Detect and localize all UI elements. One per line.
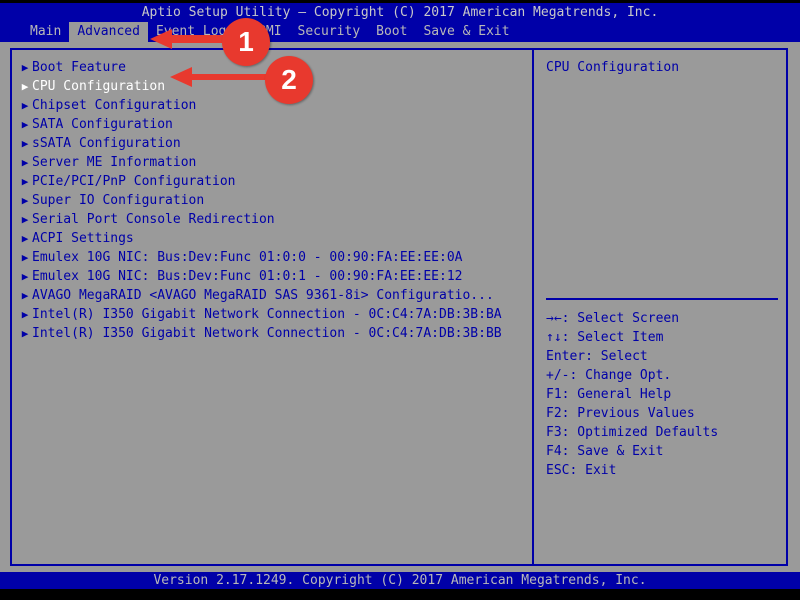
annotation-arrow-1 xyxy=(150,29,226,49)
submenu-arrow-icon: ▶ xyxy=(21,270,29,283)
setup-item-label: PCIe/PCI/PnP Configuration xyxy=(32,174,236,189)
setup-item[interactable]: ▶ sSATA Configuration xyxy=(18,134,528,153)
key-legend-row: F2: Previous Values xyxy=(546,406,695,421)
submenu-arrow-icon: ▶ xyxy=(21,175,29,188)
key-legend-row: +/-: Change Opt. xyxy=(546,368,672,383)
submenu-arrow-icon: ▶ xyxy=(21,156,29,169)
submenu-arrow-icon: ▶ xyxy=(21,308,29,321)
key-legend-row: F1: General Help xyxy=(546,387,672,402)
annotation-badge-1: 1 xyxy=(222,18,270,66)
setup-item-label: Chipset Configuration xyxy=(32,98,197,113)
help-panel: CPU Configuration →←: Select Screen ↑↓: S… xyxy=(540,50,786,564)
setup-item[interactable]: ▶ Intel(R) I350 Gigabit Network Connectio… xyxy=(18,305,528,324)
setup-item-label: SATA Configuration xyxy=(32,117,173,132)
setup-item[interactable]: ▶ Emulex 10G NIC: Bus:Dev:Func 01:0:0 - 0… xyxy=(18,248,528,267)
submenu-arrow-icon: ▶ xyxy=(21,251,29,264)
key-legend-row: ↑↓: Select Item xyxy=(546,330,664,345)
version-bar: Version 2.17.1249. Copyright (C) 2017 Am… xyxy=(0,572,800,589)
tab-security[interactable]: Security xyxy=(290,22,369,42)
setup-item-label: sSATA Configuration xyxy=(32,136,181,151)
submenu-arrow-icon: ▶ xyxy=(21,213,29,226)
setup-item-label: Boot Feature xyxy=(32,60,126,75)
submenu-arrow-icon: ▶ xyxy=(21,137,29,150)
key-legend-row: ESC: Exit xyxy=(546,463,617,478)
submenu-arrow-icon: ▶ xyxy=(21,232,29,245)
setup-item-list: ▶ Boot Feature ▶ CPU Configuration ▶ Chipset … xyxy=(18,58,528,343)
tab-save-exit[interactable]: Save & Exit xyxy=(415,22,517,42)
help-description: CPU Configuration xyxy=(546,60,680,75)
letterbox-bottom xyxy=(0,589,800,600)
submenu-arrow-icon: ▶ xyxy=(21,80,29,93)
key-legend-row: F4: Save & Exit xyxy=(546,444,664,459)
menu-bar: MainAdvancedEvent LogsIPMISecurityBootSa… xyxy=(0,22,800,42)
key-legend-list: →←: Select Screen ↑↓: Select Item Enter: S… xyxy=(546,309,782,480)
tab-main[interactable]: Main xyxy=(22,22,69,42)
submenu-arrow-icon: ▶ xyxy=(21,289,29,302)
tab-advanced[interactable]: Advanced xyxy=(69,22,148,42)
submenu-arrow-icon: ▶ xyxy=(21,118,29,131)
setup-item[interactable]: ▶ AVAGO MegaRAID <AVAGO MegaRAID SAS 9361… xyxy=(18,286,528,305)
setup-item[interactable]: ▶ ACPI Settings xyxy=(18,229,528,248)
panel-divider xyxy=(532,50,534,564)
setup-item[interactable]: ▶ Chipset Configuration xyxy=(18,96,528,115)
key-legend-row: →←: Select Screen xyxy=(546,311,680,326)
setup-item-label: Intel(R) I350 Gigabit Network Connection… xyxy=(32,307,502,322)
setup-item[interactable]: ▶ Intel(R) I350 Gigabit Network Connectio… xyxy=(18,324,528,343)
setup-item-label: Super IO Configuration xyxy=(32,193,205,208)
submenu-arrow-icon: ▶ xyxy=(21,99,29,112)
content-frame: ▶ Boot Feature ▶ CPU Configuration ▶ Chipset … xyxy=(10,48,788,566)
setup-item[interactable]: ▶ Emulex 10G NIC: Bus:Dev:Func 01:0:1 - 0… xyxy=(18,267,528,286)
bios-setup-screen: Aptio Setup Utility – Copyright (C) 2017… xyxy=(0,0,800,600)
setup-item[interactable]: ▶ Serial Port Console Redirection xyxy=(18,210,528,229)
setup-item[interactable]: ▶ Server ME Information xyxy=(18,153,528,172)
setup-item-label: AVAGO MegaRAID <AVAGO MegaRAID SAS 9361-… xyxy=(32,288,494,303)
help-separator xyxy=(546,298,778,300)
key-legend-row: Enter: Select xyxy=(546,349,648,364)
setup-item-label: Server ME Information xyxy=(32,155,197,170)
setup-item-label: CPU Configuration xyxy=(32,79,166,94)
setup-item-label: Emulex 10G NIC: Bus:Dev:Func 01:0:0 - 00… xyxy=(32,250,463,265)
tab-boot[interactable]: Boot xyxy=(368,22,415,42)
setup-item[interactable]: ▶ PCIe/PCI/PnP Configuration xyxy=(18,172,528,191)
annotation-badge-2: 2 xyxy=(265,56,313,104)
annotation-arrow-2 xyxy=(170,67,271,87)
window-title: Aptio Setup Utility – Copyright (C) 2017… xyxy=(0,3,800,22)
submenu-arrow-icon: ▶ xyxy=(21,327,29,340)
setup-item[interactable]: ▶ SATA Configuration xyxy=(18,115,528,134)
submenu-arrow-icon: ▶ xyxy=(21,61,29,74)
setup-item[interactable]: ▶ Super IO Configuration xyxy=(18,191,528,210)
setup-item-label: Serial Port Console Redirection xyxy=(32,212,275,227)
key-legend-row: F3: Optimized Defaults xyxy=(546,425,719,440)
setup-item-label: Emulex 10G NIC: Bus:Dev:Func 01:0:1 - 00… xyxy=(32,269,463,284)
submenu-arrow-icon: ▶ xyxy=(21,194,29,207)
setup-item-label: Intel(R) I350 Gigabit Network Connection… xyxy=(32,326,502,341)
setup-item-label: ACPI Settings xyxy=(32,231,134,246)
